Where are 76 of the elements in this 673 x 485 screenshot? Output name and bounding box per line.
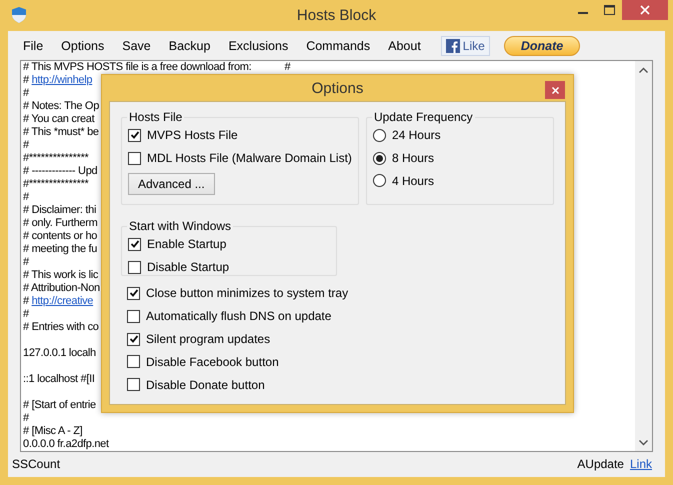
like-button[interactable]: Like — [440, 36, 490, 56]
text-line: 0.0.0.0 fr.a2dfp.net — [23, 438, 109, 451]
group-title: Update Frequency — [372, 110, 474, 124]
text-line: # This work is lic — [23, 269, 98, 282]
scrollbar[interactable] — [635, 61, 652, 451]
group-title: Start with Windows — [128, 219, 232, 234]
checkbox-label: Automatically flush DNS on update — [146, 309, 332, 324]
radio-button[interactable] — [372, 152, 386, 165]
text-line: # — [23, 191, 29, 204]
text-line: # — [23, 256, 29, 269]
close-icon[interactable] — [545, 81, 565, 99]
text-line: ::1 localhost #[II — [23, 373, 95, 386]
text-line: # — [23, 412, 29, 425]
text-line: # This MVPS HOSTS file is a free download from: # — [23, 61, 290, 74]
status-text: SSCount — [12, 457, 60, 471]
text-line: # — [23, 139, 29, 152]
checkbox[interactable] — [127, 378, 140, 392]
text-line: #*************** — [23, 152, 89, 165]
text-line: # http://creative — [23, 295, 94, 308]
text-line: # contents or ho — [23, 230, 98, 243]
text-line: # Attribution-Non — [23, 282, 100, 295]
text-line: # meeting the fu — [23, 243, 98, 256]
text-line: # [Misc A - Z] — [23, 425, 82, 438]
radio-label: 8 Hours — [392, 151, 434, 166]
radio-label: 24 Hours — [392, 128, 441, 142]
text-line: # Entries with co — [23, 321, 99, 334]
checkbox[interactable] — [128, 238, 141, 251]
menu-item[interactable]: Exclusions — [228, 38, 298, 52]
checkbox-label: MDL Hosts File (Malware Domain List) — [147, 151, 352, 166]
link[interactable]: http://winhelp — [32, 74, 92, 86]
close-icon[interactable] — [622, 0, 668, 20]
menu-item[interactable]: About — [388, 38, 430, 52]
radio-button[interactable] — [372, 128, 386, 142]
checkbox[interactable] — [127, 332, 140, 346]
checkbox-label: MVPS Hosts File — [147, 128, 238, 142]
text-line: # [Start of entrie — [23, 399, 96, 412]
text-line: # Notes: The Op — [23, 100, 100, 113]
text-line: # only. Furtherm — [23, 217, 98, 230]
text-line: # This *must* be — [23, 126, 99, 139]
text-line: # You can creat — [23, 113, 94, 126]
text-line: # Disclaimer: thi — [23, 204, 96, 217]
text-line: # — [23, 308, 29, 321]
checkbox-label: Silent program updates — [146, 332, 270, 346]
text-line: # ------------- Upd — [23, 165, 98, 178]
menu-item[interactable]: Options — [61, 38, 114, 52]
checkbox-label: Disable Donate button — [146, 378, 265, 392]
status-link[interactable]: Link — [630, 457, 652, 471]
status-text: AUpdate — [577, 457, 624, 471]
checkbox[interactable] — [127, 286, 140, 300]
checkbox-label: Disable Startup — [147, 260, 230, 274]
menu-item[interactable]: Commands — [306, 38, 380, 52]
shield-icon — [12, 7, 26, 23]
text-line: #*************** — [23, 178, 89, 191]
checkbox-label: Disable Facebook button — [146, 354, 279, 369]
checkbox[interactable] — [128, 128, 141, 142]
checkbox[interactable] — [128, 152, 141, 165]
facebook-icon — [446, 38, 460, 52]
text-line: # http://winhelp — [23, 74, 92, 87]
menu-item[interactable]: File — [23, 38, 52, 52]
window-title: Hosts Block — [296, 7, 376, 24]
group-title: Hosts File — [128, 110, 184, 124]
menu-item[interactable]: Backup — [168, 38, 220, 52]
dialog-title: Options — [312, 80, 364, 96]
link[interactable]: http://creative — [32, 295, 94, 307]
checkbox[interactable] — [128, 260, 141, 274]
checkbox-label: Close button minimizes to system tray — [146, 286, 348, 300]
donate-button[interactable]: Donate — [504, 36, 580, 56]
checkbox-label: Enable Startup — [147, 237, 226, 252]
advanced-button[interactable]: Advanced ... — [128, 173, 215, 196]
radio-button[interactable] — [372, 174, 386, 188]
menu-item[interactable]: Save — [122, 38, 160, 52]
checkbox[interactable] — [127, 355, 140, 368]
radio-label: 4 Hours — [392, 174, 434, 188]
text-line: 127.0.0.1 localh — [23, 347, 96, 360]
text-line: # — [23, 87, 29, 100]
checkbox[interactable] — [127, 310, 140, 323]
